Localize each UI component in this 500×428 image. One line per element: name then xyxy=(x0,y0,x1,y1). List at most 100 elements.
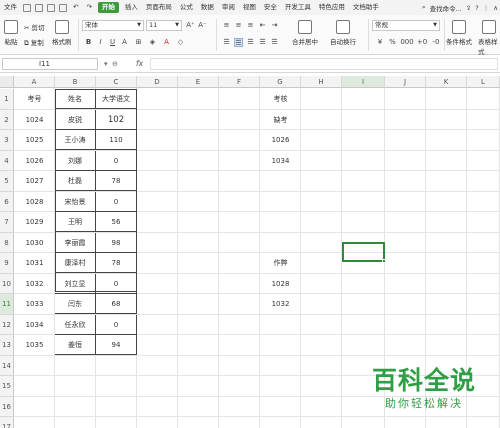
number-format-select[interactable]: 常规 ▼ xyxy=(372,20,440,31)
tab-doc-assistant[interactable]: 文档助手 xyxy=(349,0,383,15)
table-cell[interactable]: 68 xyxy=(96,294,137,314)
undo-icon[interactable]: ↶ xyxy=(69,0,82,15)
justify-icon[interactable]: ☰ xyxy=(258,38,267,47)
menu-file[interactable]: 文件 xyxy=(0,0,21,15)
indent-decrease-icon[interactable]: ⇤ xyxy=(258,21,267,30)
format-painter-button[interactable]: 格式刷 xyxy=(52,20,72,46)
conditional-format-button[interactable]: 条件格式 xyxy=(446,20,472,46)
header-cell[interactable]: 考号 xyxy=(14,89,55,109)
font-color-icon[interactable]: A xyxy=(162,38,171,47)
cell-g2[interactable]: 缺考 xyxy=(260,110,301,130)
wrap-text-button[interactable]: 自动换行 xyxy=(330,20,356,46)
column-header-d[interactable]: D xyxy=(137,76,178,88)
grow-font-icon[interactable]: A⁺ xyxy=(186,21,195,30)
currency-icon[interactable]: ¥ xyxy=(374,38,386,47)
row-header-9[interactable]: 9 xyxy=(0,253,14,274)
tab-developer[interactable]: 开发工具 xyxy=(281,0,315,15)
underline-icon[interactable]: U xyxy=(108,38,117,47)
tab-features[interactable]: 特色应用 xyxy=(315,0,349,15)
table-cell[interactable]: 姜恒 xyxy=(55,335,96,355)
column-header-g[interactable]: G xyxy=(260,76,301,88)
table-cell[interactable]: 任永欣 xyxy=(55,314,96,335)
column-header-k[interactable]: K xyxy=(426,76,467,88)
table-cell[interactable]: 0 xyxy=(96,314,137,335)
copy-button[interactable]: ⧉ 复制 xyxy=(24,37,44,48)
row-header-13[interactable]: 13 xyxy=(0,335,14,356)
table-cell[interactable]: 闫东 xyxy=(55,294,96,314)
font-name-select[interactable]: 宋体 ▼ xyxy=(82,20,144,31)
row-header-4[interactable]: 4 xyxy=(0,150,14,171)
select-all-corner[interactable] xyxy=(0,76,14,88)
tab-formula[interactable]: 公式 xyxy=(176,0,197,15)
strikethrough-icon[interactable]: A xyxy=(120,38,129,47)
table-cell[interactable]: 1032 xyxy=(14,274,55,294)
collapse-icon[interactable]: ∧ xyxy=(493,4,498,12)
search-icon[interactable]: ⌕ xyxy=(422,3,426,12)
more-icon[interactable]: ⋮ xyxy=(483,4,490,12)
column-header-j[interactable]: J xyxy=(385,76,426,88)
preview-icon[interactable] xyxy=(59,3,67,12)
align-top-icon[interactable]: ≡ xyxy=(222,21,231,30)
cell-g10[interactable]: 1028 xyxy=(260,274,301,294)
name-box[interactable]: I11 xyxy=(2,58,98,70)
tab-view[interactable]: 视图 xyxy=(239,0,260,15)
cut-button[interactable]: ✂ 剪切 xyxy=(24,22,45,32)
fx-icon[interactable]: fx xyxy=(136,58,143,70)
clear-icon[interactable]: ◇ xyxy=(176,38,185,47)
row-header-17[interactable]: 17 xyxy=(0,417,14,428)
row-header-7[interactable]: 7 xyxy=(0,212,14,233)
merge-center-button[interactable]: 合并居中 xyxy=(292,20,318,46)
bold-icon[interactable]: B xyxy=(84,38,93,47)
align-center-icon[interactable]: ☰ xyxy=(234,38,243,47)
fill-handle[interactable] xyxy=(382,259,386,263)
help-icon[interactable]: ? xyxy=(475,4,478,12)
row-header-14[interactable]: 14 xyxy=(0,355,14,376)
border-icon[interactable]: ⊞ xyxy=(134,38,143,47)
cell-g4[interactable]: 1034 xyxy=(260,151,301,171)
shrink-font-icon[interactable]: A⁻ xyxy=(198,21,207,30)
row-header-10[interactable]: 10 xyxy=(0,273,14,294)
cell-g11[interactable]: 1032 xyxy=(260,294,301,314)
table-cell[interactable]: 1024 xyxy=(14,110,55,130)
table-cell[interactable]: 1031 xyxy=(14,253,55,273)
cell-g1[interactable]: 考核 xyxy=(260,89,301,109)
print-icon[interactable] xyxy=(47,3,55,12)
column-header-f[interactable]: F xyxy=(219,76,260,88)
table-cell[interactable]: 1029 xyxy=(14,212,55,232)
row-header-8[interactable]: 8 xyxy=(0,232,14,253)
align-left-icon[interactable]: ☰ xyxy=(222,38,231,47)
row-header-2[interactable]: 2 xyxy=(0,109,14,130)
column-header-e[interactable]: E xyxy=(178,76,219,88)
align-middle-icon[interactable]: ≡ xyxy=(234,21,243,30)
tab-security[interactable]: 安全 xyxy=(260,0,281,15)
table-cell[interactable]: 1030 xyxy=(14,233,55,253)
italic-icon[interactable]: I xyxy=(96,38,105,47)
row-header-15[interactable]: 15 xyxy=(0,376,14,397)
active-cell-i11[interactable] xyxy=(342,242,385,262)
formula-input[interactable] xyxy=(150,58,498,70)
thousands-icon[interactable]: 000 xyxy=(400,38,414,47)
row-header-6[interactable]: 6 xyxy=(0,191,14,212)
align-right-icon[interactable]: ☰ xyxy=(246,38,255,47)
cell-g9[interactable]: 作弊 xyxy=(260,253,301,273)
font-size-select[interactable]: 11 ▼ xyxy=(146,20,182,31)
decimal-decrease-icon[interactable]: -0 xyxy=(430,38,442,47)
row-header-12[interactable]: 12 xyxy=(0,314,14,335)
paste-button[interactable]: 粘贴 xyxy=(4,20,18,46)
tab-page-layout[interactable]: 页面布局 xyxy=(142,0,176,15)
table-cell[interactable]: 1027 xyxy=(14,171,55,191)
table-cell[interactable]: 1035 xyxy=(14,335,55,355)
open-icon[interactable] xyxy=(23,3,31,12)
column-header-h[interactable]: H xyxy=(301,76,342,88)
column-header-i[interactable]: I xyxy=(342,76,385,88)
indent-increase-icon[interactable]: ⇥ xyxy=(270,21,279,30)
search-command[interactable]: 查找命令... xyxy=(430,3,462,13)
distributed-icon[interactable]: ☰ xyxy=(270,38,279,47)
tab-insert[interactable]: 插入 xyxy=(121,0,142,15)
column-header-l[interactable]: L xyxy=(467,76,500,88)
save-icon[interactable] xyxy=(35,3,43,12)
tab-data[interactable]: 数据 xyxy=(197,0,218,15)
table-cell[interactable]: 1026 xyxy=(14,151,55,171)
row-header-11[interactable]: 11 xyxy=(0,294,14,315)
share-icon[interactable]: ⇪ xyxy=(466,4,471,12)
